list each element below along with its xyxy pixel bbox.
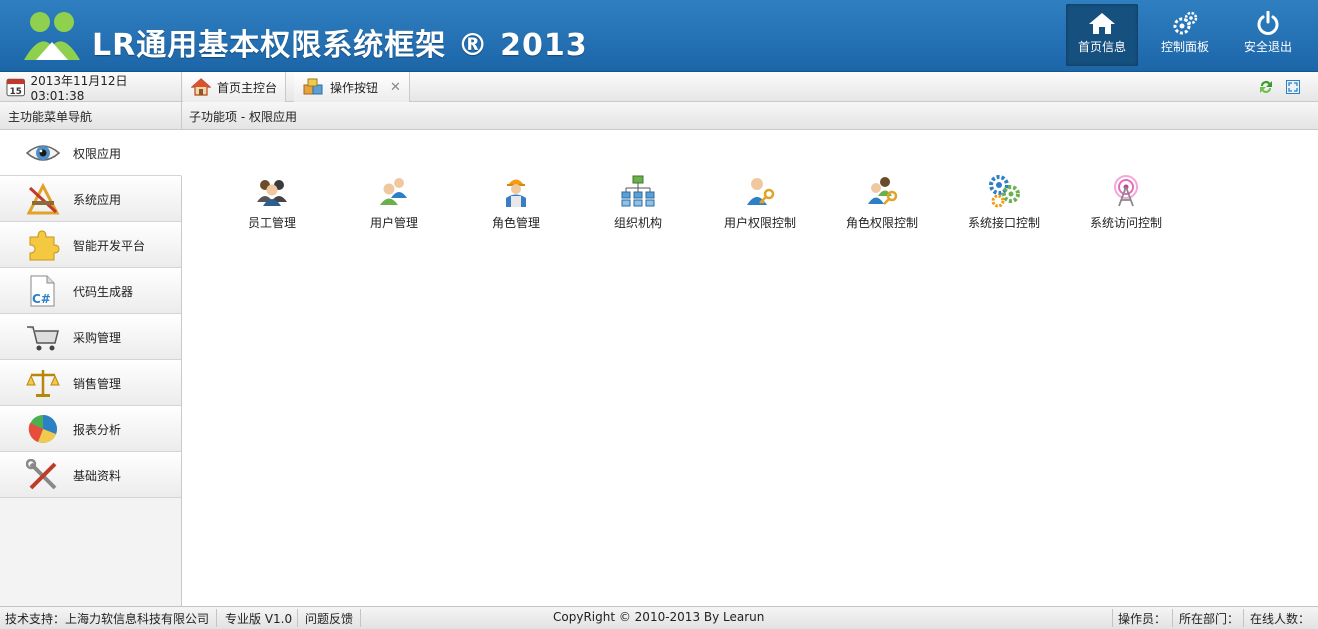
tab-bar: 15 2013年11月12日 03:01:38 首页主控台 操作按钮 ✕	[0, 72, 1318, 103]
top-header: LR通用基本权限系统框架 ® 2013 首页信息 控制面板 安全退出	[0, 0, 1318, 72]
wrench-icon	[26, 459, 57, 490]
logout-button[interactable]: 安全退出	[1232, 4, 1304, 66]
org-chart-icon	[621, 175, 655, 207]
section-header: 主功能菜单导航 子功能项 - 权限应用	[0, 102, 1318, 130]
antenna-icon	[1114, 175, 1138, 207]
logo-icon	[24, 12, 80, 60]
datetime-box: 15 2013年11月12日 03:01:38	[0, 72, 182, 103]
sidebar-item-system-apps[interactable]: 系统应用	[0, 176, 181, 222]
copyright-text: CopyRight © 2010-2013 By Learun	[553, 610, 765, 624]
edition-text: 专业版 V1.0	[225, 612, 293, 626]
home-icon	[1089, 13, 1115, 34]
cart-icon	[27, 326, 59, 351]
calendar-icon: 15	[6, 78, 25, 97]
app-access-control[interactable]: 系统访问控制	[1076, 174, 1176, 231]
boxes-icon	[303, 78, 323, 95]
users-icon	[380, 178, 407, 205]
sidebar-item-label: 权限应用	[73, 147, 122, 161]
sidebar-item-label: 系统应用	[73, 193, 122, 207]
worker-icon	[506, 179, 526, 207]
logout-label: 安全退出	[1243, 40, 1292, 54]
app-label: 角色管理	[491, 216, 540, 230]
eye-icon	[26, 145, 60, 161]
app-label: 员工管理	[247, 216, 296, 230]
app-label: 组织机构	[613, 216, 662, 230]
operator-text: 操作员：	[1118, 612, 1167, 626]
user-key-icon	[747, 178, 775, 205]
house-icon	[191, 78, 211, 96]
svg-text:C#: C#	[32, 292, 51, 306]
app-user-management[interactable]: 用户管理	[344, 174, 444, 231]
feedback-link[interactable]: 问题反馈	[305, 610, 353, 627]
control-panel-label: 控制面板	[1160, 40, 1209, 54]
power-icon	[1257, 11, 1279, 35]
department-text: 所在部门：	[1179, 612, 1240, 626]
gears-icon	[1173, 11, 1198, 35]
sidebar-item-dev-platform[interactable]: 智能开发平台	[0, 222, 181, 268]
main-panel: 员工管理 用户管理 角色管理 组织机构 用户权限控制 角色权限控制 系统接口控制…	[182, 130, 1318, 606]
sidebar-item-reports[interactable]: 报表分析	[0, 406, 181, 452]
role-key-icon	[868, 177, 898, 205]
csharp-file-icon: C#	[30, 275, 55, 307]
sidebar-item-label: 报表分析	[73, 423, 122, 437]
home-info-label: 首页信息	[1077, 40, 1126, 54]
app-role-permission[interactable]: 角色权限控制	[832, 174, 932, 231]
app-user-permission[interactable]: 用户权限控制	[710, 174, 810, 231]
sidebar-item-code-generator[interactable]: C# 代码生成器	[0, 268, 181, 314]
sidebar-item-label: 基础资料	[73, 469, 122, 483]
puzzle-icon	[29, 230, 60, 261]
close-tab-icon[interactable]: ✕	[390, 80, 401, 95]
app-label: 系统访问控制	[1089, 216, 1162, 230]
sidebar-item-label: 代码生成器	[73, 285, 134, 299]
app-organization[interactable]: 组织机构	[588, 174, 688, 231]
app-employee-management[interactable]: 员工管理	[222, 174, 322, 231]
status-bar: 技术支持：上海力软信息科技有限公司 专业版 V1.0 问题反馈 CopyRigh…	[0, 606, 1318, 629]
fullscreen-icon[interactable]	[1285, 79, 1301, 95]
app-label: 系统接口控制	[967, 216, 1040, 230]
sidebar-item-base-data[interactable]: 基础资料	[0, 452, 181, 498]
sidebar-item-label: 采购管理	[73, 331, 122, 345]
colored-gears-icon	[989, 175, 1020, 208]
sidebar-item-permission-apps[interactable]: 权限应用	[0, 130, 182, 176]
sidebar-item-label: 销售管理	[73, 377, 122, 391]
refresh-icon[interactable]	[1258, 79, 1274, 95]
sidebar-item-purchasing[interactable]: 采购管理	[0, 314, 181, 360]
tech-support-text: 技术支持：上海力软信息科技有限公司	[5, 612, 210, 626]
tab-home-console[interactable]: 首页主控台	[183, 72, 287, 102]
sidebar-heading: 主功能菜单导航	[0, 102, 182, 130]
app-role-management[interactable]: 角色管理	[466, 174, 566, 231]
app-label: 角色权限控制	[845, 216, 918, 230]
pie-chart-icon	[28, 415, 57, 443]
sidebar-item-sales[interactable]: 销售管理	[0, 360, 181, 406]
home-info-button[interactable]: 首页信息	[1066, 4, 1138, 66]
control-panel-button[interactable]: 控制面板	[1149, 4, 1221, 66]
employees-icon	[257, 180, 287, 206]
tab-action-buttons[interactable]: 操作按钮 ✕	[294, 72, 410, 102]
app-label: 用户权限控制	[723, 216, 796, 230]
scale-icon	[26, 370, 60, 397]
app-title: LR通用基本权限系统框架 ® 2013	[92, 28, 588, 63]
tab-home-console-label: 首页主控台	[217, 80, 278, 95]
app-label: 用户管理	[369, 216, 418, 230]
sidebar: 权限应用 系统应用 智能开发平台 C# 代码生成器 采购管理 销售管理 报表分析…	[0, 130, 182, 606]
tools-icon	[26, 183, 60, 215]
svg-text:15: 15	[10, 87, 22, 97]
sidebar-item-label: 智能开发平台	[73, 239, 146, 253]
main-heading: 子功能项 - 权限应用	[189, 110, 297, 124]
tab-action-buttons-label: 操作按钮	[330, 80, 379, 95]
app-interface-control[interactable]: 系统接口控制	[954, 174, 1054, 231]
current-datetime: 2013年11月12日 03:01:38	[30, 73, 128, 103]
online-count-text: 在线人数：	[1250, 612, 1311, 626]
